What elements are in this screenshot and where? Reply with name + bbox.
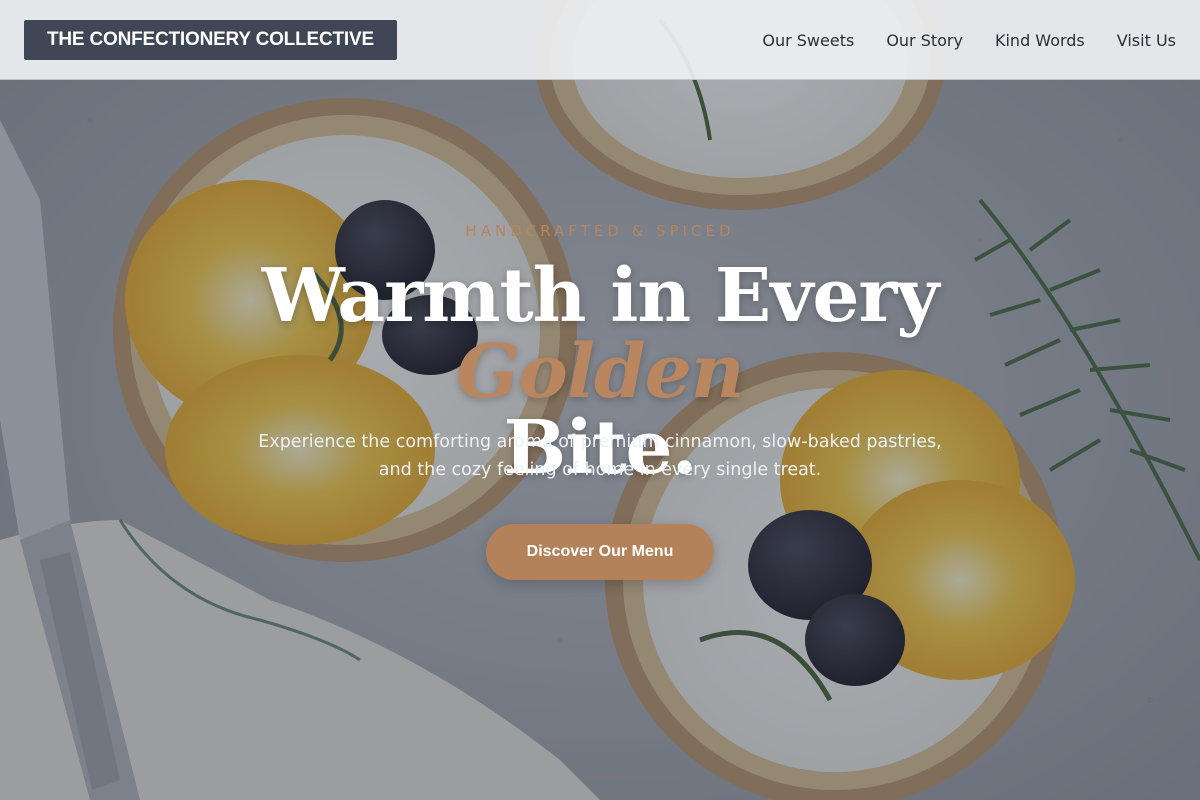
hero-eyebrow: HANDCRAFTED & SPICED (465, 222, 735, 240)
headline-main-text: Warmth in Every (261, 253, 940, 339)
discover-menu-button[interactable]: Discover Our Menu (486, 524, 714, 580)
hero-section: HANDCRAFTED & SPICED Warmth in Every Gol… (0, 0, 1200, 800)
landing-page: THE CONFECTIONERY COLLECTIVE Our Sweets … (0, 0, 1200, 800)
hero-subtext: Experience the comforting aroma of premi… (258, 432, 942, 480)
headline-accent-text: Golden (456, 329, 744, 415)
